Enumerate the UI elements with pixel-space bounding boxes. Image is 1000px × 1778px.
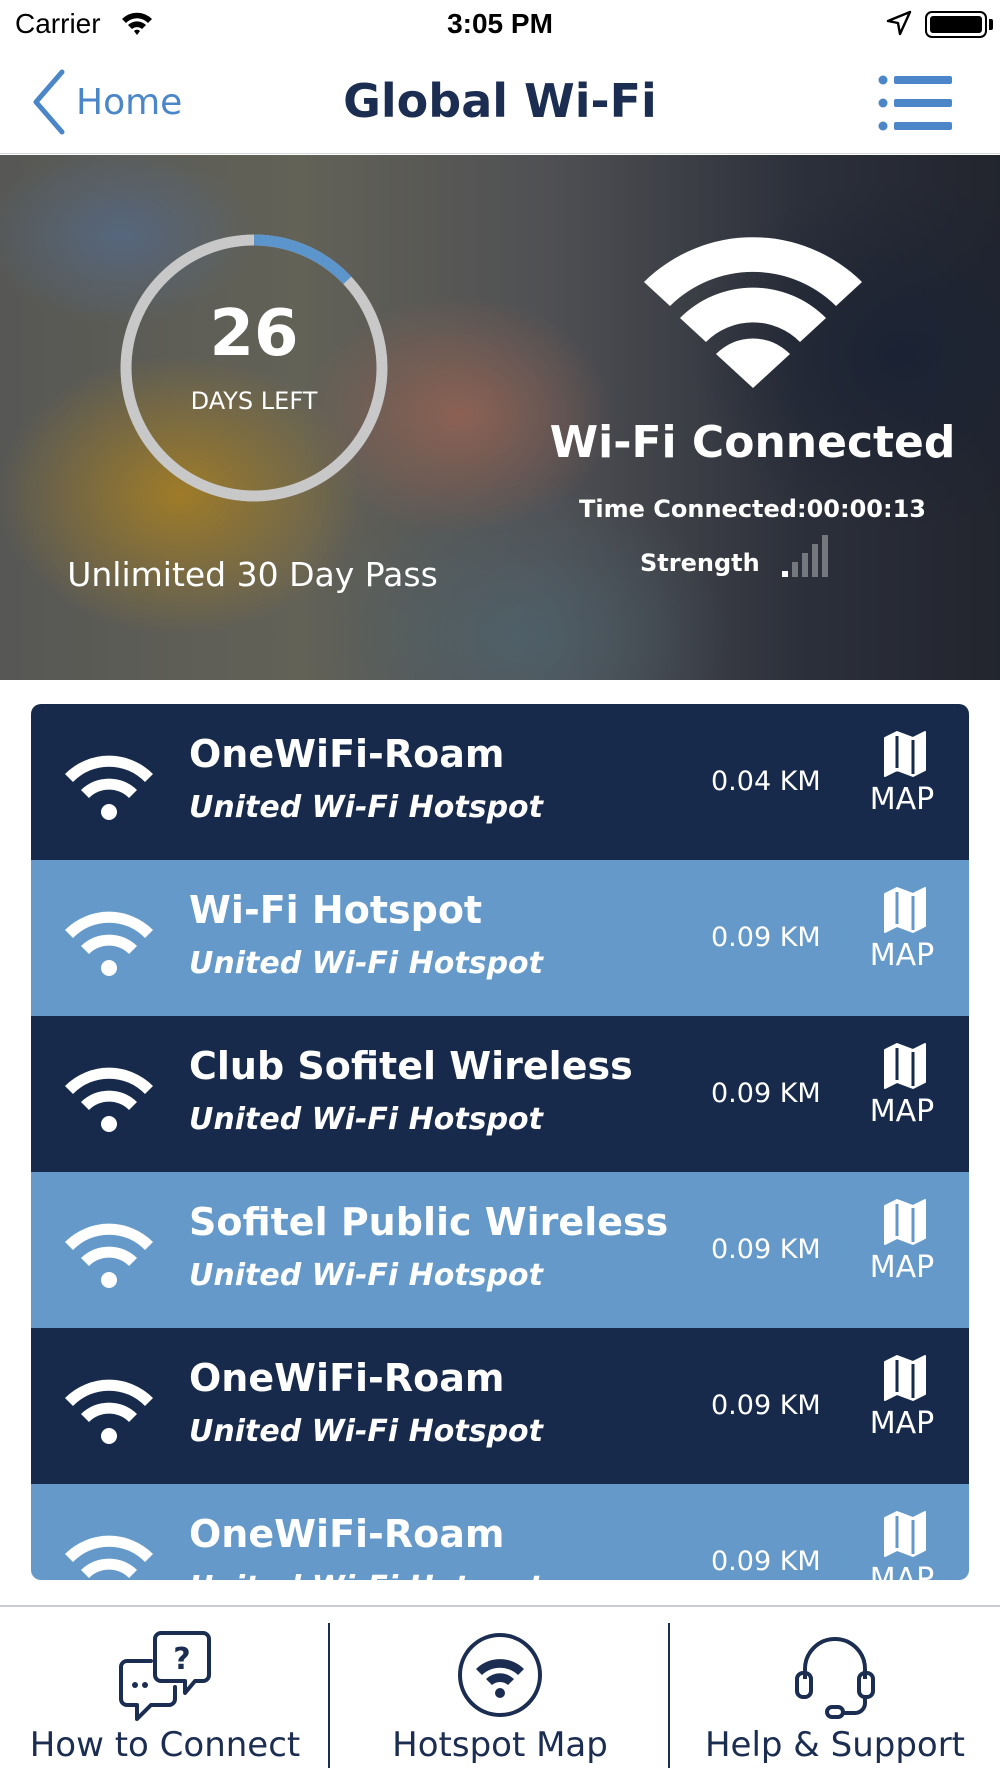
status-bar: Carrier 3:05 PM — [0, 0, 1000, 50]
hotspot-row[interactable]: OneWiFi-Roam United Wi-Fi Hotspot 0.09 KM M… — [31, 1328, 969, 1484]
map-icon — [884, 1043, 926, 1089]
wifi-connected-icon — [644, 237, 862, 388]
hotspot-row[interactable]: Club Sofitel Wireless United Wi-Fi Hotspo… — [31, 1016, 969, 1172]
map-button[interactable]: MAP — [857, 1192, 947, 1302]
page-title: Global Wi-Fi — [343, 74, 657, 128]
hotspot-row[interactable]: Wi-Fi Hotspot United Wi-Fi Hotspot 0.09 KM… — [31, 860, 969, 1016]
chat-question-icon: ? — [119, 1631, 211, 1721]
map-icon — [884, 1355, 926, 1401]
tab-divider — [328, 1623, 330, 1768]
battery-icon — [925, 11, 987, 38]
map-icon — [884, 731, 926, 777]
map-button[interactable]: MAP — [857, 724, 947, 834]
hotspot-provider: United Wi-Fi Hotspot — [189, 1570, 543, 1580]
strength-bar — [822, 535, 828, 577]
hotspot-list[interactable]: OneWiFi-Roam United Wi-Fi Hotspot 0.04 KM M… — [31, 704, 969, 1580]
battery-cap — [989, 19, 993, 30]
wifi-circle-icon — [458, 1633, 542, 1717]
strength-bar — [802, 553, 808, 577]
hotspot-provider: United Wi-Fi Hotspot — [189, 1258, 543, 1293]
time-connected-text: Time Connected:00:00:13 — [579, 495, 926, 523]
tab-label: Help & Support — [704, 1725, 966, 1765]
tab-hotspot-map[interactable]: Hotspot Map — [335, 1607, 665, 1778]
wifi-hotspot-icon — [65, 1067, 153, 1132]
hotspot-row[interactable]: OneWiFi-Roam United Wi-Fi Hotspot 0.09 KM M… — [31, 1484, 969, 1580]
hotspot-distance: 0.09 KM — [711, 1078, 821, 1109]
tab-label: Hotspot Map — [392, 1725, 608, 1765]
map-label: MAP — [869, 1562, 935, 1580]
strength-label: Strength — [640, 549, 760, 577]
navigation-bar: Home Global Wi-Fi — [0, 50, 1000, 154]
hotspot-name: Sofitel Public Wireless — [189, 1200, 669, 1244]
hotspot-distance: 0.09 KM — [711, 922, 821, 953]
map-icon — [884, 887, 926, 933]
tab-label: How to Connect — [29, 1725, 301, 1765]
strength-bar — [812, 544, 818, 577]
map-button[interactable]: MAP — [857, 1504, 947, 1580]
map-button[interactable]: MAP — [857, 1036, 947, 1146]
hotspot-name: Club Sofitel Wireless — [189, 1044, 633, 1088]
hotspot-distance: 0.09 KM — [711, 1546, 821, 1577]
hotspot-name: Wi-Fi Hotspot — [189, 888, 483, 932]
hotspot-distance: 0.09 KM — [711, 1390, 821, 1421]
tab-how-to-connect[interactable]: ? How to Connect — [0, 1607, 330, 1778]
status-time: 3:05 PM — [447, 8, 553, 39]
hotspot-name: OneWiFi-Roam — [189, 732, 505, 776]
hotspot-distance: 0.04 KM — [711, 766, 821, 797]
map-icon — [884, 1511, 926, 1557]
tab-help-support[interactable]: Help & Support — [670, 1607, 1000, 1778]
pass-name: Unlimited 30 Day Pass — [67, 555, 438, 594]
hotspot-provider: United Wi-Fi Hotspot — [189, 790, 543, 825]
svg-text:?: ? — [173, 1642, 190, 1677]
wifi-hotspot-icon — [65, 1379, 153, 1444]
map-label: MAP — [869, 938, 935, 973]
wifi-hotspot-icon — [65, 1535, 153, 1578]
days-left-number: 26 — [209, 297, 299, 371]
list-menu-icon[interactable] — [878, 72, 954, 134]
map-button[interactable]: MAP — [857, 1348, 947, 1458]
map-label: MAP — [869, 1250, 935, 1285]
bottom-tab-bar: ? How to Connect Hotspot Map Help & Supp… — [0, 1605, 1000, 1778]
wifi-hotspot-icon — [65, 755, 153, 820]
hotspot-row[interactable]: OneWiFi-Roam United Wi-Fi Hotspot 0.04 KM M… — [31, 704, 969, 860]
hotspot-provider: United Wi-Fi Hotspot — [189, 946, 543, 981]
hotspot-provider: United Wi-Fi Hotspot — [189, 1414, 543, 1449]
map-label: MAP — [869, 1094, 935, 1129]
hotspot-name: OneWiFi-Roam — [189, 1512, 505, 1556]
strength-bar — [782, 571, 788, 577]
wifi-hotspot-icon — [65, 1223, 153, 1288]
map-button[interactable]: MAP — [857, 880, 947, 990]
hotspot-distance: 0.09 KM — [711, 1234, 821, 1265]
strength-bar — [792, 562, 798, 577]
headset-icon — [795, 1637, 875, 1719]
map-label: MAP — [869, 782, 935, 817]
hotspot-name: OneWiFi-Roam — [189, 1356, 505, 1400]
map-icon — [884, 1199, 926, 1245]
connection-hero: 26 DAYS LEFT Unlimited 30 Day Pass Wi-Fi… — [0, 155, 1000, 680]
map-label: MAP — [869, 1406, 935, 1441]
hotspot-provider: United Wi-Fi Hotspot — [189, 1102, 543, 1137]
location-arrow-icon — [886, 10, 912, 36]
wifi-hotspot-icon — [65, 911, 153, 976]
wifi-status-text: Wi-Fi Connected — [549, 417, 956, 468]
days-left-label: DAYS LEFT — [190, 387, 318, 415]
signal-strength-icon — [782, 535, 828, 577]
hotspot-row[interactable]: Sofitel Public Wireless United Wi-Fi Hots… — [31, 1172, 969, 1328]
